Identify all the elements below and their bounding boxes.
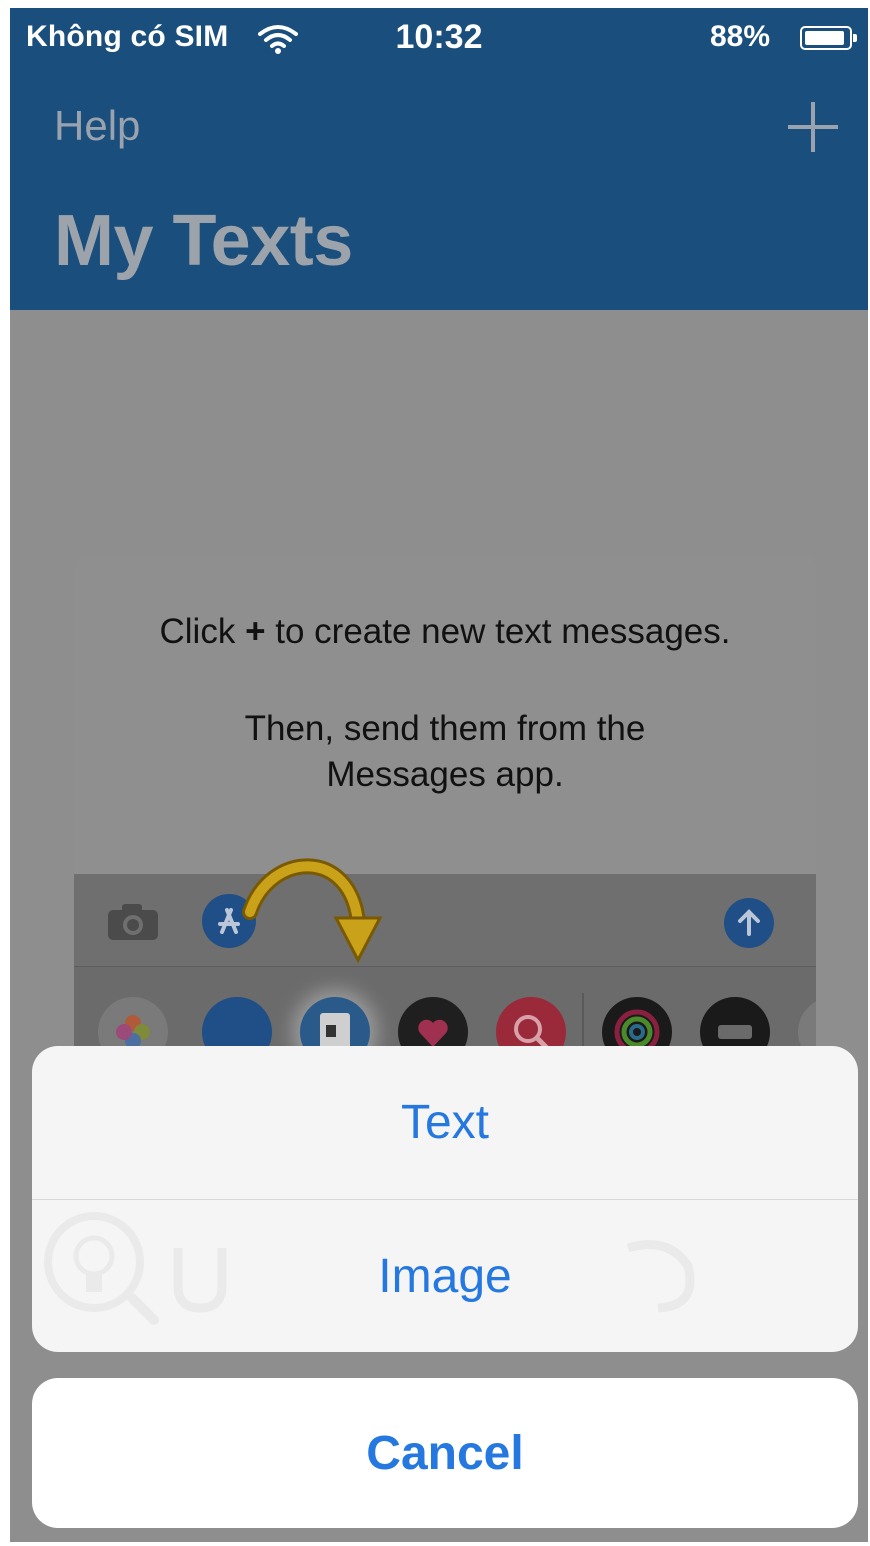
help-instruction: Click + to create new text messages. (159, 612, 731, 651)
plus-icon[interactable] (788, 102, 838, 152)
cancel-button[interactable]: Cancel (32, 1378, 858, 1528)
help-button[interactable]: Help (54, 102, 140, 150)
status-bar: Không có SIM 10:32 88% (10, 8, 868, 70)
action-sheet: Text Image (32, 1046, 858, 1352)
help-instruction-secondary: Then, send them from the Messages app. (244, 709, 646, 794)
camera-icon (108, 904, 158, 940)
battery-percent: 88% (710, 20, 771, 53)
help-card: Click + to create new text messages. The… (74, 556, 816, 1076)
text-option-button[interactable]: Text (32, 1046, 858, 1200)
page-title: My Texts (54, 201, 353, 281)
battery-icon (800, 26, 857, 50)
phone-screen: Không có SIM 10:32 88% Help My Texts Cli… (10, 8, 868, 1542)
curved-arrow-icon (242, 858, 383, 964)
send-arrow-icon (724, 898, 774, 948)
plus-glyph: + (245, 612, 266, 651)
messages-compose-bar-illustration (74, 874, 816, 966)
navigation-header: Không có SIM 10:32 88% Help My Texts (10, 8, 868, 310)
image-option-button[interactable]: Image (32, 1200, 858, 1352)
